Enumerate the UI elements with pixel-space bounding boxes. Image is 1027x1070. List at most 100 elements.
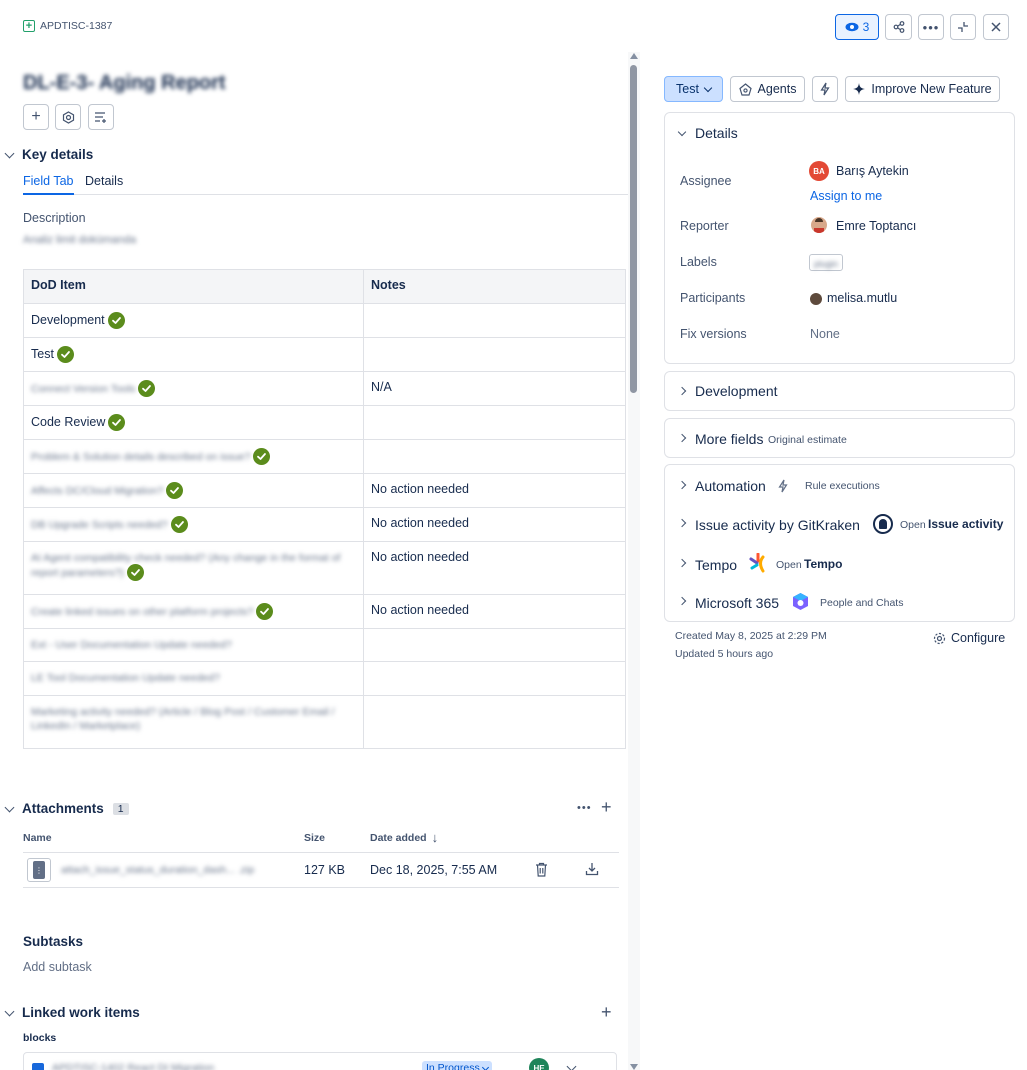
close-icon <box>991 22 1001 32</box>
reporter-name[interactable]: Emre Toptancı <box>836 219 916 233</box>
table-header: Notes <box>363 269 626 304</box>
date-column-header[interactable]: Date added ↓ <box>370 830 438 845</box>
dod-item-cell[interactable]: Problem & Solution details described on … <box>23 439 364 474</box>
dod-note-cell[interactable]: No action needed <box>363 594 626 629</box>
dod-item-cell[interactable]: DB Upgrade Scripts needed? <box>23 507 364 542</box>
dod-item-cell[interactable]: Affects DC/Cloud Migration? <box>23 473 364 508</box>
dod-item-cell[interactable]: LE Tool Documentation Update needed? <box>23 661 364 696</box>
fix-versions-value[interactable]: None <box>810 327 840 341</box>
dod-note-cell[interactable]: No action needed <box>363 541 626 595</box>
dod-note-cell[interactable] <box>363 695 626 749</box>
configure-label: Configure <box>951 631 1006 645</box>
linked-items-toggle[interactable]: Linked work items <box>4 1005 140 1020</box>
dod-note-cell[interactable] <box>363 661 626 696</box>
check-circle-icon <box>256 603 274 620</box>
tab-field-tab[interactable]: Field Tab <box>23 174 74 195</box>
chevron-down-icon <box>4 1006 15 1016</box>
linked-item-key[interactable]: APDTISC-1402 React DI Migration <box>52 1062 214 1070</box>
gitkraken-open-label: Open <box>900 519 926 531</box>
scroll-thumb[interactable] <box>630 65 637 393</box>
watch-button[interactable]: 3 <box>835 14 879 40</box>
lightning-icon <box>820 82 830 96</box>
dod-item-cell[interactable]: Development <box>23 303 364 338</box>
dod-item-cell[interactable]: Test <box>23 337 364 372</box>
share-button[interactable] <box>885 14 912 40</box>
assign-to-me-link[interactable]: Assign to me <box>810 189 882 203</box>
table-row: Code Review <box>23 405 626 440</box>
scroll-down-arrow[interactable] <box>630 1064 638 1070</box>
chevron-down-icon[interactable] <box>566 1061 577 1070</box>
delete-attachment-button[interactable] <box>535 862 548 880</box>
dod-item-cell[interactable]: Connect Version Tools <box>23 371 364 406</box>
created-date: Created May 8, 2025 at 2:29 PM <box>675 630 827 642</box>
linked-item-status[interactable]: In Progress <box>422 1061 492 1070</box>
main-scrollbar[interactable] <box>628 52 640 1070</box>
agents-button[interactable]: Agents <box>730 76 805 102</box>
dod-note-cell[interactable]: No action needed <box>363 473 626 508</box>
dod-item-cell[interactable]: AI Agent compatibility check needed? (An… <box>23 541 364 595</box>
page-title[interactable]: DL-E-3- Aging Report <box>23 72 226 95</box>
linked-item-row[interactable]: APDTISC-1402 React DI Migration In Progr… <box>23 1052 617 1070</box>
scroll-up-arrow[interactable] <box>630 53 638 59</box>
attachment-row[interactable]: ⋮ attach_issue_status_duration_dash... .… <box>23 852 619 888</box>
close-button[interactable] <box>983 14 1009 40</box>
tab-details[interactable]: Details <box>85 174 123 188</box>
key-details-toggle[interactable]: Key details <box>4 147 93 162</box>
dod-item-cell[interactable]: Code Review <box>23 405 364 440</box>
dod-note-cell[interactable]: N/A <box>363 371 626 406</box>
apps-panel: Automation Rule executions Issue activit… <box>664 464 1015 622</box>
dod-item-cell[interactable]: Marketing activity needed? (Article / Bl… <box>23 695 364 749</box>
dod-note-cell[interactable] <box>363 628 626 662</box>
download-attachment-button[interactable] <box>585 862 599 879</box>
development-panel[interactable]: Development <box>664 371 1015 411</box>
more-actions-button[interactable]: ••• <box>918 14 944 40</box>
checklist-button[interactable] <box>88 104 114 130</box>
check-circle-icon <box>170 516 188 533</box>
check-circle-icon <box>56 346 74 363</box>
improve-feature-button[interactable]: Improve New Feature <box>845 76 1000 102</box>
check-circle-icon <box>138 380 156 397</box>
agents-icon <box>738 82 752 96</box>
dod-note-cell[interactable] <box>363 337 626 372</box>
table-header-row: DoD Item Notes <box>23 269 626 304</box>
plus-icon: + <box>601 1002 612 1022</box>
label-tag[interactable]: plugin <box>809 254 844 271</box>
m365-row[interactable]: Microsoft 365 People and Chats <box>665 583 1014 621</box>
dod-item-text: Ext - User Documentation Update needed? <box>31 639 232 651</box>
issue-breadcrumb[interactable]: + APDTISC-1387 <box>23 20 112 32</box>
attachments-toggle[interactable]: Attachments 1 <box>4 801 129 816</box>
dod-item-cell[interactable]: Ext - User Documentation Update needed? <box>23 628 364 662</box>
size-column-header[interactable]: Size <box>304 832 325 844</box>
dod-item-cell[interactable]: Create linked issues on other platform p… <box>23 594 364 629</box>
tempo-open-link[interactable]: Tempo <box>804 557 842 571</box>
more-fields-panel[interactable]: More fields Original estimate <box>664 418 1015 458</box>
assignee-name[interactable]: Barış Aytekin <box>836 164 909 178</box>
apps-button[interactable] <box>55 104 81 130</box>
attachment-name[interactable]: attach_issue_status_duration_dash... .zi… <box>61 864 254 876</box>
tempo-row[interactable]: Tempo Open Tempo <box>665 545 1014 583</box>
status-button[interactable]: Test <box>664 76 723 102</box>
description-value[interactable]: Analiz limit dokümanda <box>23 234 136 246</box>
add-subtask-button[interactable]: Add subtask <box>23 960 92 974</box>
table-row: Marketing activity needed? (Article / Bl… <box>23 695 626 749</box>
participant-name[interactable]: melisa.mutlu <box>827 291 897 305</box>
configure-button[interactable]: Configure <box>933 631 1005 645</box>
add-button[interactable]: + <box>23 104 49 130</box>
automation-row[interactable]: Automation Rule executions <box>665 465 1014 505</box>
dod-note-cell[interactable] <box>363 303 626 338</box>
automation-button[interactable] <box>812 76 838 102</box>
minimize-button[interactable] <box>950 14 976 40</box>
details-toggle[interactable]: Details <box>677 125 738 141</box>
gitkraken-open-link[interactable]: Issue activity <box>928 517 1003 531</box>
dod-note-cell[interactable]: No action needed <box>363 507 626 542</box>
attachments-add-button[interactable]: + <box>601 797 612 818</box>
linked-add-button[interactable]: + <box>601 1002 612 1023</box>
name-column-header[interactable]: Name <box>23 832 52 844</box>
chevron-down-icon <box>677 127 687 136</box>
gitkraken-row[interactable]: Issue activity by GitKraken Open Issue a… <box>665 505 1014 545</box>
dod-note-cell[interactable] <box>363 405 626 440</box>
chevron-down-icon <box>703 83 713 92</box>
attachments-more-button[interactable]: ••• <box>577 802 592 814</box>
dod-note-cell[interactable] <box>363 439 626 474</box>
issue-key[interactable]: APDTISC-1387 <box>40 20 112 32</box>
